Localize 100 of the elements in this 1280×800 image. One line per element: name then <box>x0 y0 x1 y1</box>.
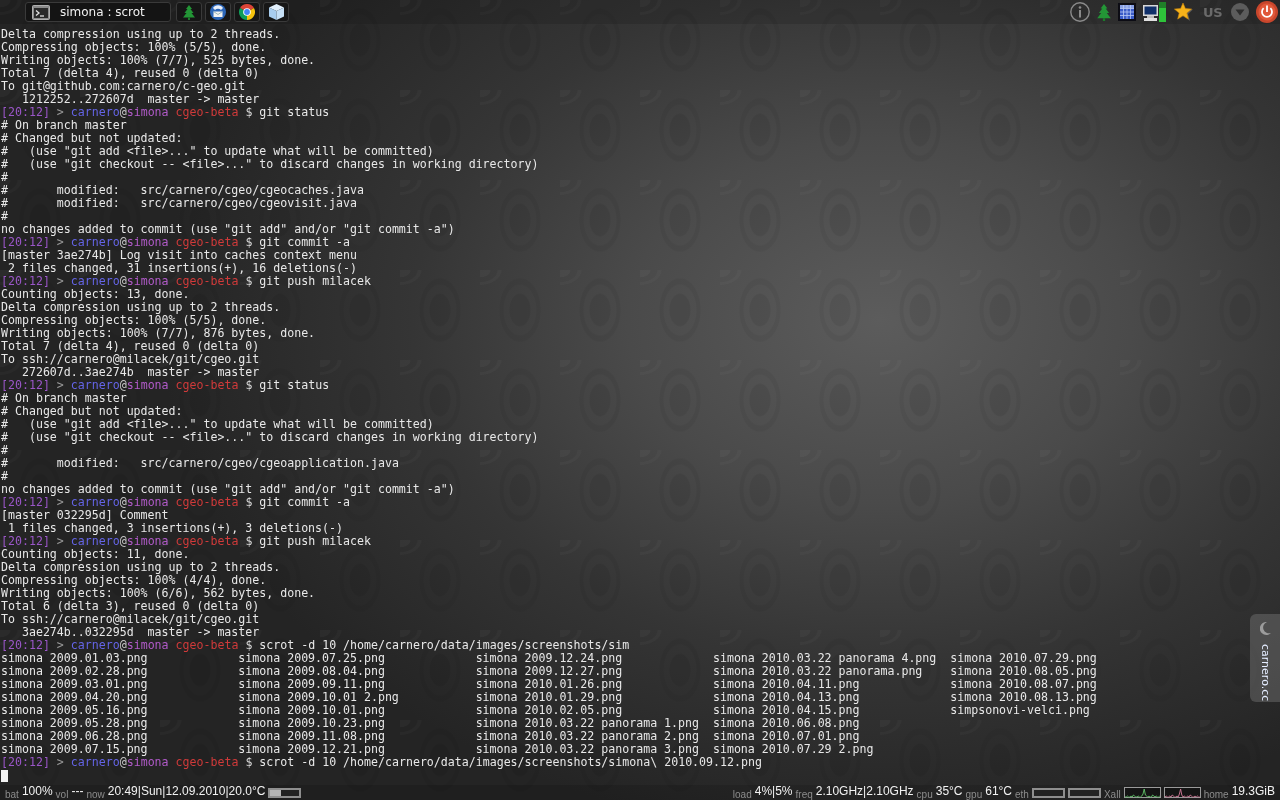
file-name: simona 2010.06.08.png <box>712 717 860 730</box>
tricolor-circle-icon[interactable] <box>239 4 255 20</box>
file-name: simona 2009.12.24.png <box>475 652 623 665</box>
output-line: # modified: src/carnero/cgeo/cgeoapplication.java <box>1 457 399 470</box>
stat-label: cpu <box>916 789 933 800</box>
task-button[interactable]: simona : scrot <box>25 2 171 22</box>
file-name: simona 2010.03.22 panorama 4.png <box>712 652 937 665</box>
stat-label: gpu <box>965 789 983 800</box>
output-line: Compressing objects: 100% (4/4), done. <box>1 574 267 587</box>
file-name: simona 2010.03.22 panorama.png <box>712 665 923 678</box>
output-line: Delta compression using up to 2 threads. <box>1 28 281 41</box>
file-name: simona 2010.03.22 panorama 1.png <box>475 717 699 730</box>
file-name: simona 2010.04.11.png <box>712 678 860 691</box>
output-line: [master 032295d] Comment <box>1 509 169 522</box>
crescent-icon <box>1259 622 1271 635</box>
file-name: simona 2010.03.22 panorama 3.png <box>475 743 699 756</box>
monitor-icon[interactable] <box>1143 2 1168 22</box>
output-line: To ssh://carnero@milacek/git/cgeo.git <box>1 613 260 626</box>
stat-value: 20:49|Sun|12.09.2010|20.0°C <box>107 785 266 798</box>
output-line: # modified: src/carnero/cgeo/cgeovisit.java <box>1 197 357 210</box>
file-name: simona 2009.08.04.png <box>238 665 385 678</box>
file-name: simona 2010.08.07.png <box>950 678 1097 691</box>
star-icon[interactable] <box>1174 2 1195 22</box>
output-line: no changes added to commit (use "git add" and/or "git commit -a") <box>1 223 455 236</box>
file-name: simona 2009.09.11.png <box>238 678 385 691</box>
output-line: Delta compression using up to 2 threads. <box>1 561 281 574</box>
output-line: no changes added to commit (use "git add" and/or "git commit -a") <box>1 483 455 496</box>
file-name: simona 2009.06.28.png <box>1 730 148 743</box>
stat-label: Xall <box>1103 789 1121 800</box>
prompt-line: [20:12] > carnero@simona cgeo-beta $ git push milacek <box>1 535 372 548</box>
file-name: simona 2010.08.05.png <box>950 665 1097 678</box>
file-name: simona 2010.08.13.png <box>950 691 1097 704</box>
file-name: simona 2010.07.29.png <box>950 652 1097 665</box>
stat-value: 100% <box>21 785 53 798</box>
output-line: To git@github.com:carnero/c-geo.git <box>1 80 246 93</box>
launcher-button[interactable] <box>234 2 260 22</box>
file-name: simona 2010.02.05.png <box>475 704 623 717</box>
output-line: Total 6 (delta 3), reused 0 (delta 0) <box>1 600 260 613</box>
output-line: [master 3ae274b] Log visit into caches context menu <box>1 249 357 262</box>
prompt-line: [20:12] > carnero@simona cgeo-beta $ git commit -a <box>1 236 351 249</box>
file-name: simona 2009.10.01 2.png <box>238 691 399 704</box>
file-name: simona 2009.07.15.png <box>1 743 148 756</box>
file-name: simona 2009.03.01.png <box>1 678 148 691</box>
output-line: Delta compression using up to 2 threads. <box>1 301 281 314</box>
output-line: # (use "git checkout -- <file>..." to discard changes in working directory) <box>1 158 539 171</box>
network-graph <box>1163 787 1201 798</box>
file-name: simpsonovi-velci.png <box>950 704 1090 717</box>
file-name: simona 2009.12.27.png <box>475 665 623 678</box>
output-line: # modified: src/carnero/cgeo/cgeocaches.java <box>1 184 364 197</box>
output-line: # <box>1 171 8 184</box>
file-name: simona 2010.07.29 2.png <box>712 743 874 756</box>
stat-value: --- <box>71 785 84 798</box>
file-name: simona 2010.03.22 panorama 2.png <box>475 730 699 743</box>
file-name: simona 2009.04.20.png <box>1 691 148 704</box>
output-line: Total 7 (delta 4), reused 0 (delta 0) <box>1 67 260 80</box>
prompt-line: [20:12] > carnero@simona cgeo-beta $ git push milacek <box>1 275 372 288</box>
stat-label: load <box>732 789 752 800</box>
output-line: Writing objects: 100% (7/7), 876 bytes, done. <box>1 327 316 340</box>
output-line: # On branch master <box>1 119 127 132</box>
file-name: simona 2009.10.23.png <box>238 717 385 730</box>
stat-value: 4%|5% <box>754 785 793 798</box>
output-line: # (use "git add <file>..." to update what will be committed) <box>1 145 434 158</box>
output-line: # <box>1 210 8 223</box>
grid-icon[interactable] <box>1118 3 1137 21</box>
launcher-button[interactable] <box>263 2 289 22</box>
file-name: simona 2009.01.03.png <box>1 652 148 665</box>
file-name: simona 2009.02.28.png <box>1 665 148 678</box>
stat-value: 2.10GHz|2.10GHz <box>815 785 914 798</box>
prompt-line: [20:12] > carnero@simona cgeo-beta $ git commit -a <box>1 496 351 509</box>
output-line: 1 files changed, 3 insertions(+), 3 deletions(-) <box>6 522 344 535</box>
output-line: 3ae274b..032295d master -> master <box>20 626 260 639</box>
tree-icon[interactable] <box>183 4 195 20</box>
output-line: # Changed but not updated: <box>1 132 183 145</box>
output-line: # <box>1 470 8 483</box>
launcher-button[interactable] <box>205 2 231 22</box>
power-icon[interactable] <box>1256 1 1278 23</box>
envelope-globe-icon[interactable] <box>210 4 226 20</box>
stat-value: 19.3GiB <box>1231 785 1275 798</box>
side-tab[interactable]: carnero.cc <box>1250 614 1280 702</box>
output-line: # Changed but not updated: <box>1 405 183 418</box>
output-line: # <box>1 444 8 457</box>
output-line: Counting objects: 11, done. <box>1 548 190 561</box>
output-line: # On branch master <box>1 392 127 405</box>
file-name: simona 2009.10.01.png <box>238 704 385 717</box>
stat-value: 35°C <box>935 785 963 798</box>
file-name: simona 2010.01.29.png <box>475 691 623 704</box>
stat-label: eth <box>1015 789 1029 800</box>
file-name: simona 2010.07.01.png <box>712 730 860 743</box>
output-line: # (use "git add <file>..." to update what will be committed) <box>1 418 434 431</box>
info-icon[interactable] <box>1070 2 1091 22</box>
stat-label: bat <box>5 789 19 800</box>
file-name: simona 2009.05.16.png <box>1 704 148 717</box>
output-line: # (use "git checkout -- <file>..." to discard changes in working directory) <box>1 431 539 444</box>
file-name: simona 2010.04.15.png <box>712 704 860 717</box>
prompt-line: [20:12] > carnero@simona cgeo-beta $ scrot -d 10 /home/carnero/data/images/screenshots/sim <box>1 639 630 652</box>
file-name: simona 2009.12.21.png <box>238 743 385 756</box>
tree-icon[interactable] <box>1097 3 1112 21</box>
cube-icon[interactable] <box>268 4 284 20</box>
cursor-icon <box>1 770 8 782</box>
network-graph <box>1123 787 1161 798</box>
